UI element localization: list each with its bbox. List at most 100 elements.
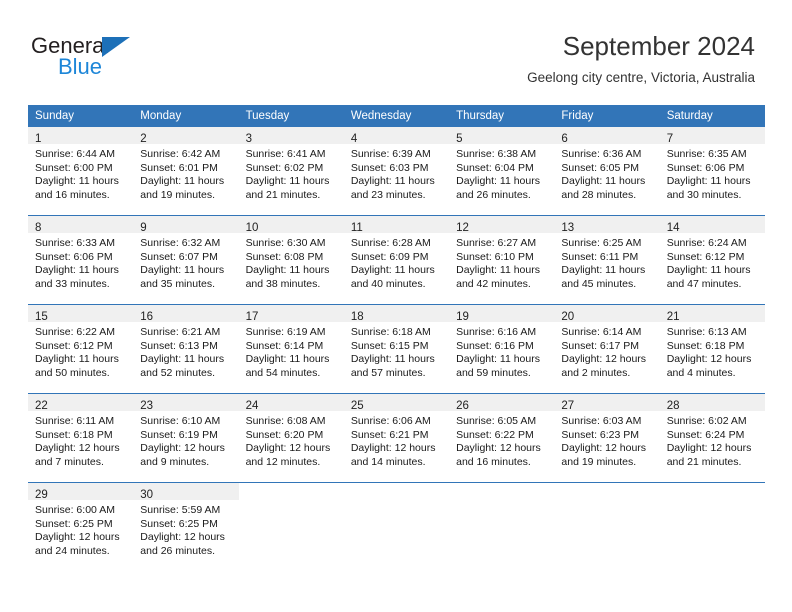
- sunrise-text: Sunrise: 6:30 AM: [245, 237, 326, 249]
- calendar-day-cell[interactable]: 23 Sunrise: 6:10 AM Sunset: 6:19 PM Dayl…: [133, 393, 239, 483]
- day-number-band: 2: [133, 127, 239, 145]
- daylight-text-line1: Daylight: 11 hours: [140, 353, 225, 366]
- calendar-day-cell[interactable]: 9 Sunrise: 6:32 AM Sunset: 6:07 PM Dayli…: [133, 215, 239, 305]
- calendar-week-row: 15 Sunrise: 6:22 AM Sunset: 6:12 PM Dayl…: [28, 304, 765, 394]
- day-cell-inner: 23 Sunrise: 6:10 AM Sunset: 6:19 PM Dayl…: [133, 394, 239, 482]
- calendar-day-cell[interactable]: 7 Sunrise: 6:35 AM Sunset: 6:06 PM Dayli…: [659, 126, 765, 216]
- day-cell-inner: 25 Sunrise: 6:06 AM Sunset: 6:21 PM Dayl…: [343, 394, 450, 482]
- day-details: Sunrise: 6:39 AM Sunset: 6:03 PM Dayligh…: [344, 144, 449, 202]
- calendar-day-cell[interactable]: 2 Sunrise: 6:42 AM Sunset: 6:01 PM Dayli…: [133, 126, 239, 216]
- day-cell-inner: 9 Sunrise: 6:32 AM Sunset: 6:07 PM Dayli…: [133, 216, 239, 304]
- day-number-band: 15: [28, 305, 134, 323]
- day-details: Sunrise: 6:22 AM Sunset: 6:12 PM Dayligh…: [28, 322, 133, 380]
- day-number-band: 6: [554, 127, 660, 145]
- calendar-day-cell[interactable]: 13 Sunrise: 6:25 AM Sunset: 6:11 PM Dayl…: [554, 215, 660, 305]
- daylight-text-line2: and 23 minutes.: [350, 188, 426, 201]
- day-details: Sunrise: 6:14 AM Sunset: 6:17 PM Dayligh…: [554, 322, 659, 380]
- sunset-text: Sunset: 6:22 PM: [456, 428, 534, 441]
- daylight-text-line1: Daylight: 11 hours: [245, 175, 330, 188]
- day-number-band: 16: [133, 305, 239, 323]
- day-details: Sunrise: 6:05 AM Sunset: 6:22 PM Dayligh…: [449, 411, 554, 469]
- day-number-band: 7: [659, 127, 765, 145]
- calendar-day-cell[interactable]: 10 Sunrise: 6:30 AM Sunset: 6:08 PM Dayl…: [238, 215, 344, 305]
- day-number-band: 30: [133, 483, 239, 501]
- daylight-text-line1: Daylight: 11 hours: [350, 175, 435, 188]
- day-details: Sunrise: 6:08 AM Sunset: 6:20 PM Dayligh…: [239, 411, 344, 469]
- daylight-text-line1: Daylight: 11 hours: [350, 353, 435, 366]
- day-number: 20: [561, 311, 575, 323]
- day-number-band: 24: [238, 394, 344, 412]
- sunrise-text: Sunrise: 6:39 AM: [350, 148, 431, 160]
- sunrise-text: Sunrise: 6:41 AM: [245, 148, 326, 160]
- calendar-day-cell[interactable]: 24 Sunrise: 6:08 AM Sunset: 6:20 PM Dayl…: [238, 393, 344, 483]
- sunset-text: Sunset: 6:03 PM: [350, 161, 429, 174]
- calendar-day-cell[interactable]: 5 Sunrise: 6:38 AM Sunset: 6:04 PM Dayli…: [449, 126, 555, 216]
- calendar-day-cell[interactable]: 12 Sunrise: 6:27 AM Sunset: 6:10 PM Dayl…: [449, 215, 555, 305]
- calendar-day-cell[interactable]: 17 Sunrise: 6:19 AM Sunset: 6:14 PM Dayl…: [238, 304, 344, 394]
- sunrise-text: Sunrise: 6:19 AM: [245, 326, 326, 338]
- sunrise-text: Sunrise: 6:11 AM: [35, 415, 115, 427]
- calendar-day-cell[interactable]: 21 Sunrise: 6:13 AM Sunset: 6:18 PM Dayl…: [659, 304, 765, 394]
- calendar-day-cell[interactable]: 30 Sunrise: 5:59 AM Sunset: 6:25 PM Dayl…: [133, 482, 239, 571]
- calendar-day-cell[interactable]: 11 Sunrise: 6:28 AM Sunset: 6:09 PM Dayl…: [343, 215, 450, 305]
- day-details: Sunrise: 6:19 AM Sunset: 6:14 PM Dayligh…: [239, 322, 344, 380]
- logo-triangle-icon: [102, 37, 130, 57]
- calendar-day-cell[interactable]: 1 Sunrise: 6:44 AM Sunset: 6:00 PM Dayli…: [28, 126, 134, 216]
- calendar-day-cell[interactable]: 3 Sunrise: 6:41 AM Sunset: 6:02 PM Dayli…: [238, 126, 344, 216]
- day-details: Sunrise: 6:32 AM Sunset: 6:07 PM Dayligh…: [133, 233, 238, 291]
- calendar-day-cell[interactable]: 22 Sunrise: 6:11 AM Sunset: 6:18 PM Dayl…: [28, 393, 134, 483]
- day-cell-inner: 4 Sunrise: 6:39 AM Sunset: 6:03 PM Dayli…: [343, 127, 450, 215]
- day-number: 6: [561, 133, 568, 145]
- daylight-text-line1: Daylight: 11 hours: [140, 264, 225, 277]
- calendar-day-cell[interactable]: 20 Sunrise: 6:14 AM Sunset: 6:17 PM Dayl…: [554, 304, 660, 394]
- day-cell-inner-empty: [660, 483, 765, 571]
- day-details: Sunrise: 5:59 AM Sunset: 6:25 PM Dayligh…: [133, 500, 238, 558]
- day-details: Sunrise: 6:10 AM Sunset: 6:19 PM Dayligh…: [133, 411, 238, 469]
- calendar-day-cell[interactable]: 28 Sunrise: 6:02 AM Sunset: 6:24 PM Dayl…: [659, 393, 765, 483]
- day-number: 3: [245, 133, 252, 145]
- daylight-text-line2: and 38 minutes.: [245, 277, 321, 290]
- daylight-text-line1: Daylight: 11 hours: [666, 175, 751, 188]
- sunset-text: Sunset: 6:13 PM: [140, 339, 218, 352]
- day-cell-inner: 6 Sunrise: 6:36 AM Sunset: 6:05 PM Dayli…: [554, 127, 660, 215]
- daylight-text-line2: and 52 minutes.: [140, 366, 215, 379]
- day-cell-inner: 18 Sunrise: 6:18 AM Sunset: 6:15 PM Dayl…: [343, 305, 450, 393]
- calendar-day-cell[interactable]: 26 Sunrise: 6:05 AM Sunset: 6:22 PM Dayl…: [449, 393, 555, 483]
- day-number-band: 5: [449, 127, 555, 145]
- calendar-day-cell[interactable]: 29 Sunrise: 6:00 AM Sunset: 6:25 PM Dayl…: [28, 482, 134, 571]
- weekday-header-sunday: Sunday: [28, 105, 134, 127]
- sunset-text: Sunset: 6:25 PM: [140, 517, 218, 530]
- daylight-text-line1: Daylight: 11 hours: [561, 264, 646, 277]
- calendar-day-cell[interactable]: 16 Sunrise: 6:21 AM Sunset: 6:13 PM Dayl…: [133, 304, 239, 394]
- calendar-day-cell[interactable]: 18 Sunrise: 6:18 AM Sunset: 6:15 PM Dayl…: [343, 304, 450, 394]
- calendar-day-cell[interactable]: 14 Sunrise: 6:24 AM Sunset: 6:12 PM Dayl…: [659, 215, 765, 305]
- calendar-day-cell[interactable]: 8 Sunrise: 6:33 AM Sunset: 6:06 PM Dayli…: [28, 215, 134, 305]
- day-cell-inner: 8 Sunrise: 6:33 AM Sunset: 6:06 PM Dayli…: [28, 216, 134, 304]
- day-number: 9: [140, 222, 147, 234]
- logo-top-row: General: [31, 34, 201, 60]
- day-number-band: 25: [343, 394, 450, 412]
- day-number-band: 11: [343, 216, 450, 234]
- daylight-text-line1: Daylight: 11 hours: [35, 353, 119, 366]
- sunset-text: Sunset: 6:11 PM: [561, 250, 639, 263]
- day-number: 18: [350, 311, 364, 323]
- calendar-day-cell[interactable]: 25 Sunrise: 6:06 AM Sunset: 6:21 PM Dayl…: [343, 393, 450, 483]
- calendar-day-cell[interactable]: 15 Sunrise: 6:22 AM Sunset: 6:12 PM Dayl…: [28, 304, 134, 394]
- daylight-text-line2: and 45 minutes.: [561, 277, 637, 290]
- calendar-day-cell[interactable]: 19 Sunrise: 6:16 AM Sunset: 6:16 PM Dayl…: [449, 304, 555, 394]
- day-number: 28: [666, 400, 680, 412]
- daylight-text-line2: and 57 minutes.: [350, 366, 426, 379]
- day-cell-inner: 29 Sunrise: 6:00 AM Sunset: 6:25 PM Dayl…: [28, 483, 134, 571]
- calendar-week-row: 8 Sunrise: 6:33 AM Sunset: 6:06 PM Dayli…: [28, 215, 765, 305]
- daylight-text-line2: and 54 minutes.: [245, 366, 321, 379]
- calendar-day-cell[interactable]: 4 Sunrise: 6:39 AM Sunset: 6:03 PM Dayli…: [343, 126, 450, 216]
- sunset-text: Sunset: 6:18 PM: [666, 339, 745, 352]
- day-number: 24: [245, 400, 259, 412]
- day-cell-inner: 10 Sunrise: 6:30 AM Sunset: 6:08 PM Dayl…: [238, 216, 344, 304]
- day-cell-inner: 20 Sunrise: 6:14 AM Sunset: 6:17 PM Dayl…: [554, 305, 660, 393]
- title-block: September 2024 Geelong city centre, Vict…: [527, 30, 755, 88]
- daylight-text-line2: and 19 minutes.: [140, 188, 215, 201]
- calendar-day-cell[interactable]: 27 Sunrise: 6:03 AM Sunset: 6:23 PM Dayl…: [554, 393, 660, 483]
- day-cell-inner: 30 Sunrise: 5:59 AM Sunset: 6:25 PM Dayl…: [133, 483, 239, 571]
- calendar-day-cell[interactable]: 6 Sunrise: 6:36 AM Sunset: 6:05 PM Dayli…: [554, 126, 660, 216]
